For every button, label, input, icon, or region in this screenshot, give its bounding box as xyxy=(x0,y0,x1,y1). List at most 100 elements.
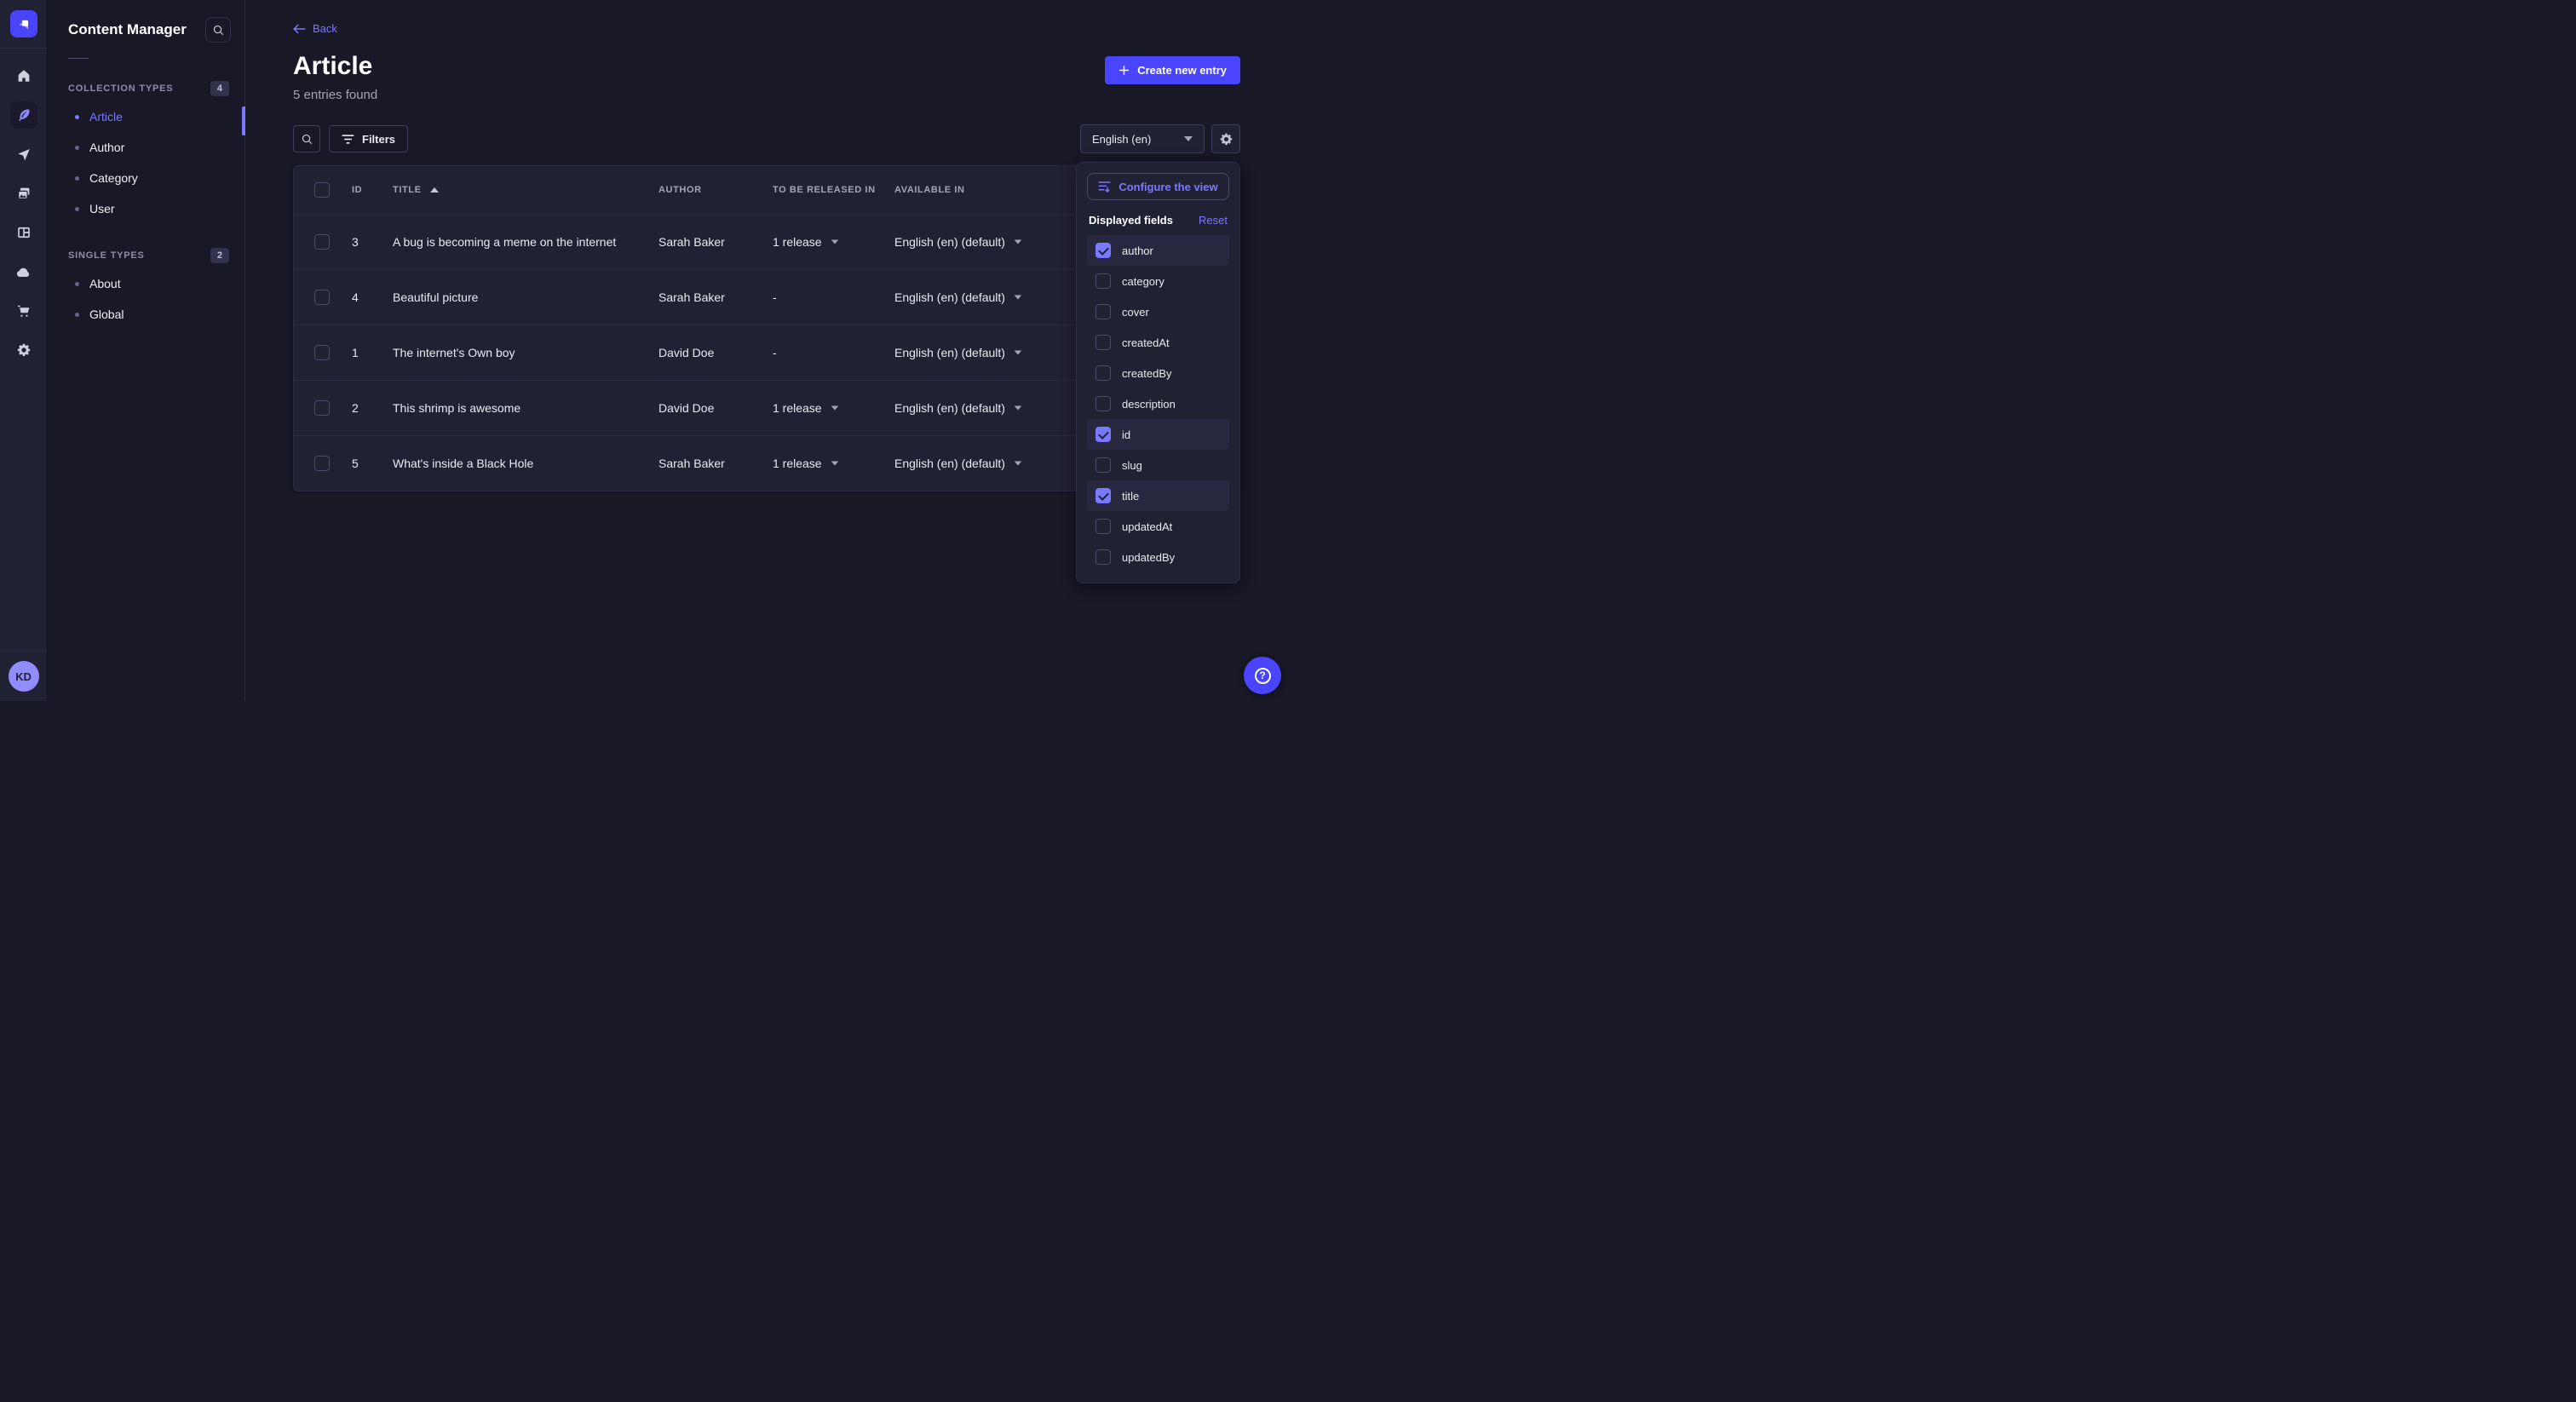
search-icon xyxy=(301,133,313,146)
cell-release[interactable]: - xyxy=(773,346,894,359)
field-toggle-createdAt[interactable]: createdAt xyxy=(1087,327,1229,358)
subnav-rule xyxy=(68,58,89,59)
field-checkbox[interactable] xyxy=(1095,304,1111,319)
back-label: Back xyxy=(313,22,337,35)
cell-release[interactable]: 1 release xyxy=(773,457,894,470)
content-manager-icon[interactable] xyxy=(10,101,37,129)
field-checkbox[interactable] xyxy=(1095,396,1111,411)
strapi-logo[interactable] xyxy=(10,10,37,37)
field-toggle-createdBy[interactable]: createdBy xyxy=(1087,358,1229,388)
field-checkbox[interactable] xyxy=(1095,549,1111,565)
field-toggle-updatedBy[interactable]: updatedBy xyxy=(1087,542,1229,572)
bullet-icon xyxy=(75,207,79,211)
create-new-entry-button[interactable]: Create new entry xyxy=(1105,56,1240,84)
cell-title: What's inside a Black Hole xyxy=(393,457,658,470)
configure-view-label: Configure the view xyxy=(1118,181,1217,193)
column-header-author[interactable]: AUTHOR xyxy=(658,185,773,195)
subnav-search-button[interactable] xyxy=(205,17,231,43)
bullet-icon xyxy=(75,146,79,150)
chevron-down-icon xyxy=(1184,136,1193,141)
field-checkbox[interactable] xyxy=(1095,243,1111,258)
view-settings-button[interactable] xyxy=(1211,124,1240,153)
help-button[interactable]: ? xyxy=(1244,657,1281,694)
field-checkbox[interactable] xyxy=(1095,427,1111,442)
cell-id: 3 xyxy=(352,235,393,249)
column-header-to-be-released-in[interactable]: TO BE RELEASED IN xyxy=(773,185,894,195)
filter-icon xyxy=(342,134,354,145)
section-label: SINGLE TYPES xyxy=(68,250,145,261)
field-checkbox[interactable] xyxy=(1095,457,1111,473)
bullet-icon xyxy=(75,313,79,317)
field-label: slug xyxy=(1122,459,1142,472)
locale-value: English (en) xyxy=(1092,133,1151,146)
marketplace-cart-icon[interactable] xyxy=(10,297,37,325)
field-checkbox[interactable] xyxy=(1095,488,1111,503)
field-label: createdAt xyxy=(1122,336,1170,349)
field-label: description xyxy=(1122,398,1176,411)
subnav-item-label: About xyxy=(89,277,121,290)
column-header-title[interactable]: TITLE xyxy=(393,185,658,195)
field-checkbox[interactable] xyxy=(1095,335,1111,350)
field-toggle-cover[interactable]: cover xyxy=(1087,296,1229,327)
field-toggle-id[interactable]: id xyxy=(1087,419,1229,450)
field-checkbox[interactable] xyxy=(1095,519,1111,534)
cell-id: 4 xyxy=(352,290,393,304)
chevron-down-icon xyxy=(1015,461,1022,465)
field-checkbox[interactable] xyxy=(1095,365,1111,381)
bullet-icon xyxy=(75,282,79,286)
cell-id: 2 xyxy=(352,401,393,415)
single-types-section: SINGLE TYPES 2 About Global xyxy=(48,243,244,330)
cell-release[interactable]: 1 release xyxy=(773,235,894,249)
create-button-label: Create new entry xyxy=(1137,64,1227,77)
sort-asc-icon xyxy=(430,187,439,192)
cell-author: David Doe xyxy=(658,346,773,359)
field-toggle-title[interactable]: title xyxy=(1087,480,1229,511)
field-toggle-description[interactable]: description xyxy=(1087,388,1229,419)
cell-release[interactable]: 1 release xyxy=(773,401,894,415)
media-library-icon[interactable] xyxy=(10,180,37,207)
settings-gear-icon[interactable] xyxy=(10,336,37,364)
row-checkbox[interactable] xyxy=(314,400,330,416)
column-header-id[interactable]: ID xyxy=(352,185,393,195)
cell-title: A bug is becoming a meme on the internet xyxy=(393,235,658,249)
field-toggle-slug[interactable]: slug xyxy=(1087,450,1229,480)
row-checkbox[interactable] xyxy=(314,456,330,471)
subnav-item-author[interactable]: Author xyxy=(48,132,244,163)
subnav-item-label: Author xyxy=(89,141,124,154)
chevron-down-icon xyxy=(831,405,838,410)
select-all-checkbox[interactable] xyxy=(314,182,330,198)
row-checkbox[interactable] xyxy=(314,290,330,305)
section-label: COLLECTION TYPES xyxy=(68,83,173,94)
subnav-item-about[interactable]: About xyxy=(48,268,244,299)
row-checkbox[interactable] xyxy=(314,345,330,360)
filters-button[interactable]: Filters xyxy=(329,125,408,152)
chevron-down-icon xyxy=(831,239,838,244)
nav-divider xyxy=(0,48,47,49)
cell-id: 5 xyxy=(352,457,393,470)
user-avatar[interactable]: KD xyxy=(9,661,39,692)
field-toggle-category[interactable]: category xyxy=(1087,266,1229,296)
field-label: updatedBy xyxy=(1122,551,1175,564)
field-toggle-author[interactable]: author xyxy=(1087,235,1229,266)
releases-icon[interactable] xyxy=(10,141,37,168)
content-type-builder-icon[interactable] xyxy=(10,219,37,246)
view-settings-popover: Configure the view Displayed fields Rese… xyxy=(1076,162,1240,583)
search-icon xyxy=(212,24,225,37)
configure-the-view-button[interactable]: Configure the view xyxy=(1087,173,1229,200)
cell-release[interactable]: - xyxy=(773,290,894,304)
back-link[interactable]: Back xyxy=(293,22,337,35)
field-checkbox[interactable] xyxy=(1095,273,1111,289)
subnav-item-global[interactable]: Global xyxy=(48,299,244,330)
row-checkbox[interactable] xyxy=(314,234,330,250)
locale-select[interactable]: English (en) xyxy=(1080,124,1205,153)
subnav-item-article[interactable]: Article xyxy=(48,101,244,132)
field-toggle-updatedAt[interactable]: updatedAt xyxy=(1087,511,1229,542)
deploy-cloud-icon[interactable] xyxy=(10,258,37,285)
search-button[interactable] xyxy=(293,125,320,152)
question-mark-icon: ? xyxy=(1255,668,1271,684)
subnav-title: Content Manager xyxy=(68,21,187,38)
subnav-item-category[interactable]: Category xyxy=(48,163,244,193)
home-icon[interactable] xyxy=(10,62,37,89)
reset-link[interactable]: Reset xyxy=(1199,214,1228,227)
subnav-item-user[interactable]: User xyxy=(48,193,244,224)
